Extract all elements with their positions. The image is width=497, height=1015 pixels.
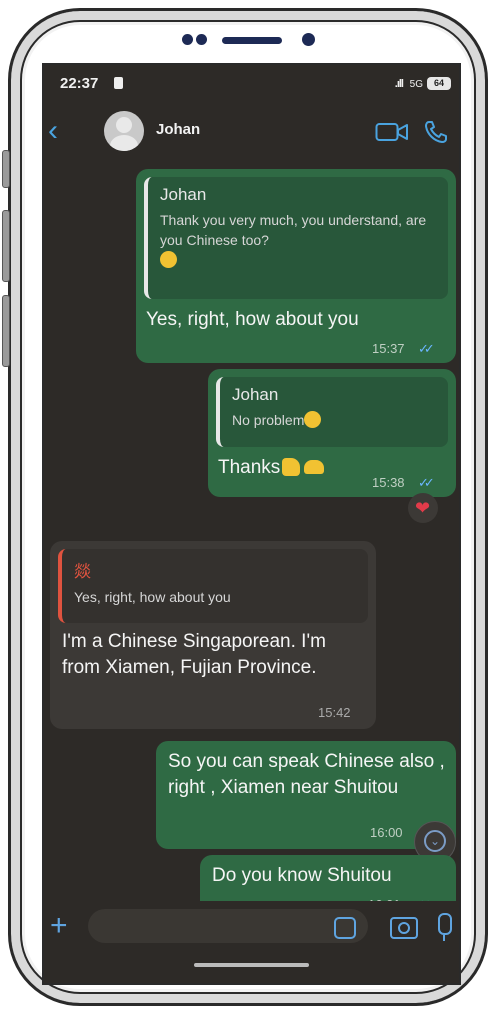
quoted-text: Thank you very much, you understand, are… bbox=[160, 210, 438, 270]
back-icon[interactable]: ‹ bbox=[48, 116, 72, 147]
volume-down-button bbox=[2, 295, 10, 367]
read-ticks-icon: ✓✓ bbox=[418, 341, 435, 356]
signal-icon: .ıll bbox=[394, 78, 404, 90]
quoted-sender: Johan bbox=[160, 185, 207, 204]
heart-icon: ❤ bbox=[415, 498, 431, 518]
message-bubble-outgoing[interactable]: Johan No problem Thanks 15:38 ✓✓ bbox=[208, 369, 456, 497]
message-bubble-outgoing[interactable]: Johan Thank you very much, you understan… bbox=[136, 169, 456, 363]
read-ticks-icon: ✓✓ bbox=[418, 475, 435, 490]
sensor-dot bbox=[196, 34, 207, 45]
phone-notch bbox=[0, 28, 497, 52]
sticker-icon[interactable] bbox=[334, 917, 356, 939]
side-button bbox=[2, 150, 10, 188]
chat-header: ‹ Johan bbox=[44, 101, 459, 163]
mic-icon[interactable] bbox=[438, 913, 452, 941]
thumbs-up-emoji-icon bbox=[282, 458, 301, 476]
quoted-message[interactable]: Johan No problem bbox=[216, 377, 448, 447]
message-time: 15:38 bbox=[372, 475, 405, 490]
message-bubble-incoming[interactable]: 燚 Yes, right, how about you I'm a Chines… bbox=[50, 541, 376, 729]
message-text: Do you know Shuitou bbox=[212, 865, 392, 886]
message-time: 16:00 bbox=[370, 825, 403, 840]
scroll-down-icon: ⌄ bbox=[424, 830, 446, 852]
handshake-emoji-icon bbox=[304, 460, 325, 474]
contact-avatar[interactable] bbox=[104, 111, 144, 151]
earpiece bbox=[222, 37, 282, 44]
message-text: Thanks bbox=[218, 455, 325, 481]
smile-emoji-icon bbox=[304, 411, 322, 428]
message-time: 15:37 bbox=[372, 341, 405, 356]
smile-emoji-icon bbox=[160, 251, 177, 268]
quoted-sender: 燚 bbox=[74, 562, 91, 581]
quoted-sender: Johan bbox=[232, 385, 279, 404]
quoted-message[interactable]: 燚 Yes, right, how about you bbox=[58, 549, 368, 623]
battery-icon: 64 bbox=[427, 77, 451, 90]
message-text: I'm a Chinese Singaporean. I'm from Xiam… bbox=[62, 631, 326, 678]
sensor-dot bbox=[182, 34, 193, 45]
reaction-badge[interactable]: ❤ bbox=[408, 493, 438, 523]
plus-icon[interactable]: + bbox=[50, 911, 68, 941]
network-type: 5G bbox=[409, 79, 423, 90]
quoted-text: Yes, right, how about you bbox=[74, 589, 231, 605]
message-input-bar: + bbox=[44, 901, 459, 963]
message-bubble-outgoing[interactable]: So you can speak Chinese also , right , … bbox=[156, 741, 456, 849]
phone-call-icon[interactable] bbox=[423, 119, 449, 145]
video-call-icon[interactable] bbox=[375, 121, 409, 143]
lock-icon bbox=[114, 77, 123, 89]
volume-up-button bbox=[2, 210, 10, 282]
home-indicator bbox=[194, 963, 309, 967]
quoted-text: No problem bbox=[232, 410, 438, 430]
message-text: Yes, right, how about you bbox=[146, 309, 359, 330]
status-time: 22:37 bbox=[60, 75, 99, 92]
contact-name[interactable]: Johan bbox=[156, 121, 200, 138]
status-bar: 22:37 .ıll 5G 64 bbox=[44, 65, 459, 101]
front-camera bbox=[302, 33, 315, 46]
camera-icon[interactable] bbox=[390, 917, 418, 939]
message-time: 15:42 bbox=[318, 705, 351, 720]
message-text: So you can speak Chinese also , right , … bbox=[168, 751, 445, 798]
chat-screen: 22:37 .ıll 5G 64 ‹ Johan Johan Thank you… bbox=[42, 63, 461, 985]
quoted-message[interactable]: Johan Thank you very much, you understan… bbox=[144, 177, 448, 299]
message-input[interactable] bbox=[88, 909, 368, 943]
